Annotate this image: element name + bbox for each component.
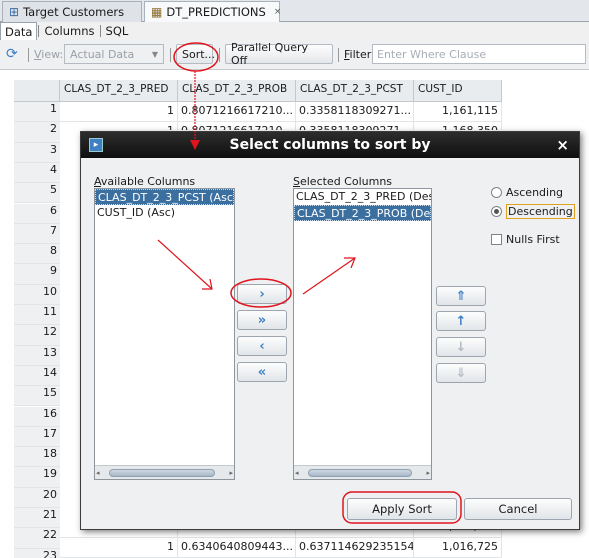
apply-sort-highlight (342, 491, 462, 524)
annotation-overlay (157, 42, 462, 524)
sort-highlight-circle (173, 42, 219, 72)
arrow-head-icon (190, 140, 200, 150)
annotation-arrow (302, 257, 356, 295)
annotation-arrow (157, 239, 213, 290)
move-button-highlight-circle (230, 278, 292, 308)
